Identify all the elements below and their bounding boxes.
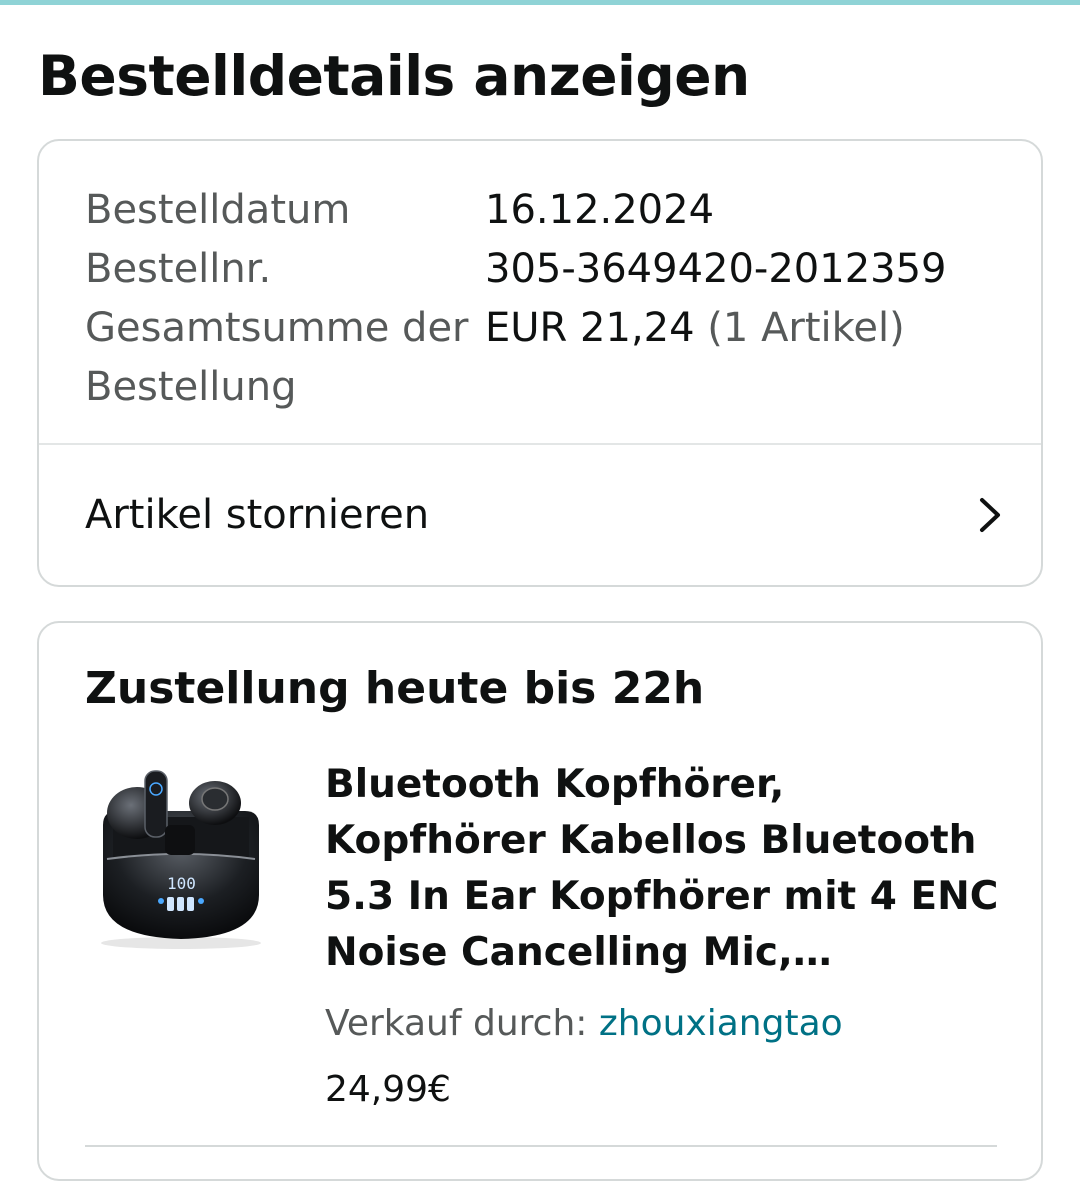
item-count: (1 Artikel) [707,305,905,351]
product-title-link[interactable]: Bluetooth Kopfhörer, Kopfhörer Kabellos … [325,757,1005,981]
order-number-label: Bestellnr. [85,246,272,292]
top-accent-bar [0,0,1080,5]
order-summary-grid: Bestelldatum 16.12.2024 Bestellnr. 305-3… [85,181,947,417]
seller-label: Verkauf durch: [325,1003,588,1044]
earbuds-product-image[interactable]: 100 [91,755,271,955]
order-total-row: Gesamtsumme der Bestellung EUR 21,24 (1 … [85,299,947,417]
cancel-items-link[interactable]: Artikel stornieren [39,445,1041,585]
order-summary-card: Bestelldatum 16.12.2024 Bestellnr. 305-3… [37,139,1043,587]
page-title: Bestelldetails anzeigen [38,44,750,108]
order-total-label: Gesamtsumme der Bestellung [85,305,469,410]
delivery-title: Zustellung heute bis 22h [85,663,705,714]
delivery-card: Zustellung heute bis 22h 100 Bluetooth K… [37,621,1043,1181]
cancel-items-label: Artikel stornieren [85,492,430,538]
item-divider [85,1145,997,1147]
order-total-value: EUR 21,24 [485,305,695,351]
order-total-value-wrap: EUR 21,24 (1 Artikel) [485,299,905,417]
chevron-right-icon [980,498,1000,532]
order-date-label: Bestelldatum [85,187,351,233]
product-price: 24,99€ [325,1069,451,1110]
order-number-row: Bestellnr. 305-3649420-2012359 [85,240,947,299]
seller-link[interactable]: zhouxiangtao [599,1003,843,1044]
order-number-value: 305-3649420-2012359 [485,246,947,292]
seller-line: Verkauf durch: zhouxiangtao [325,999,1005,1049]
order-date-row: Bestelldatum 16.12.2024 [85,181,947,240]
svg-text:100: 100 [167,874,196,893]
order-date-value: 16.12.2024 [485,187,715,233]
product-info: Bluetooth Kopfhörer, Kopfhörer Kabellos … [325,757,1005,1115]
